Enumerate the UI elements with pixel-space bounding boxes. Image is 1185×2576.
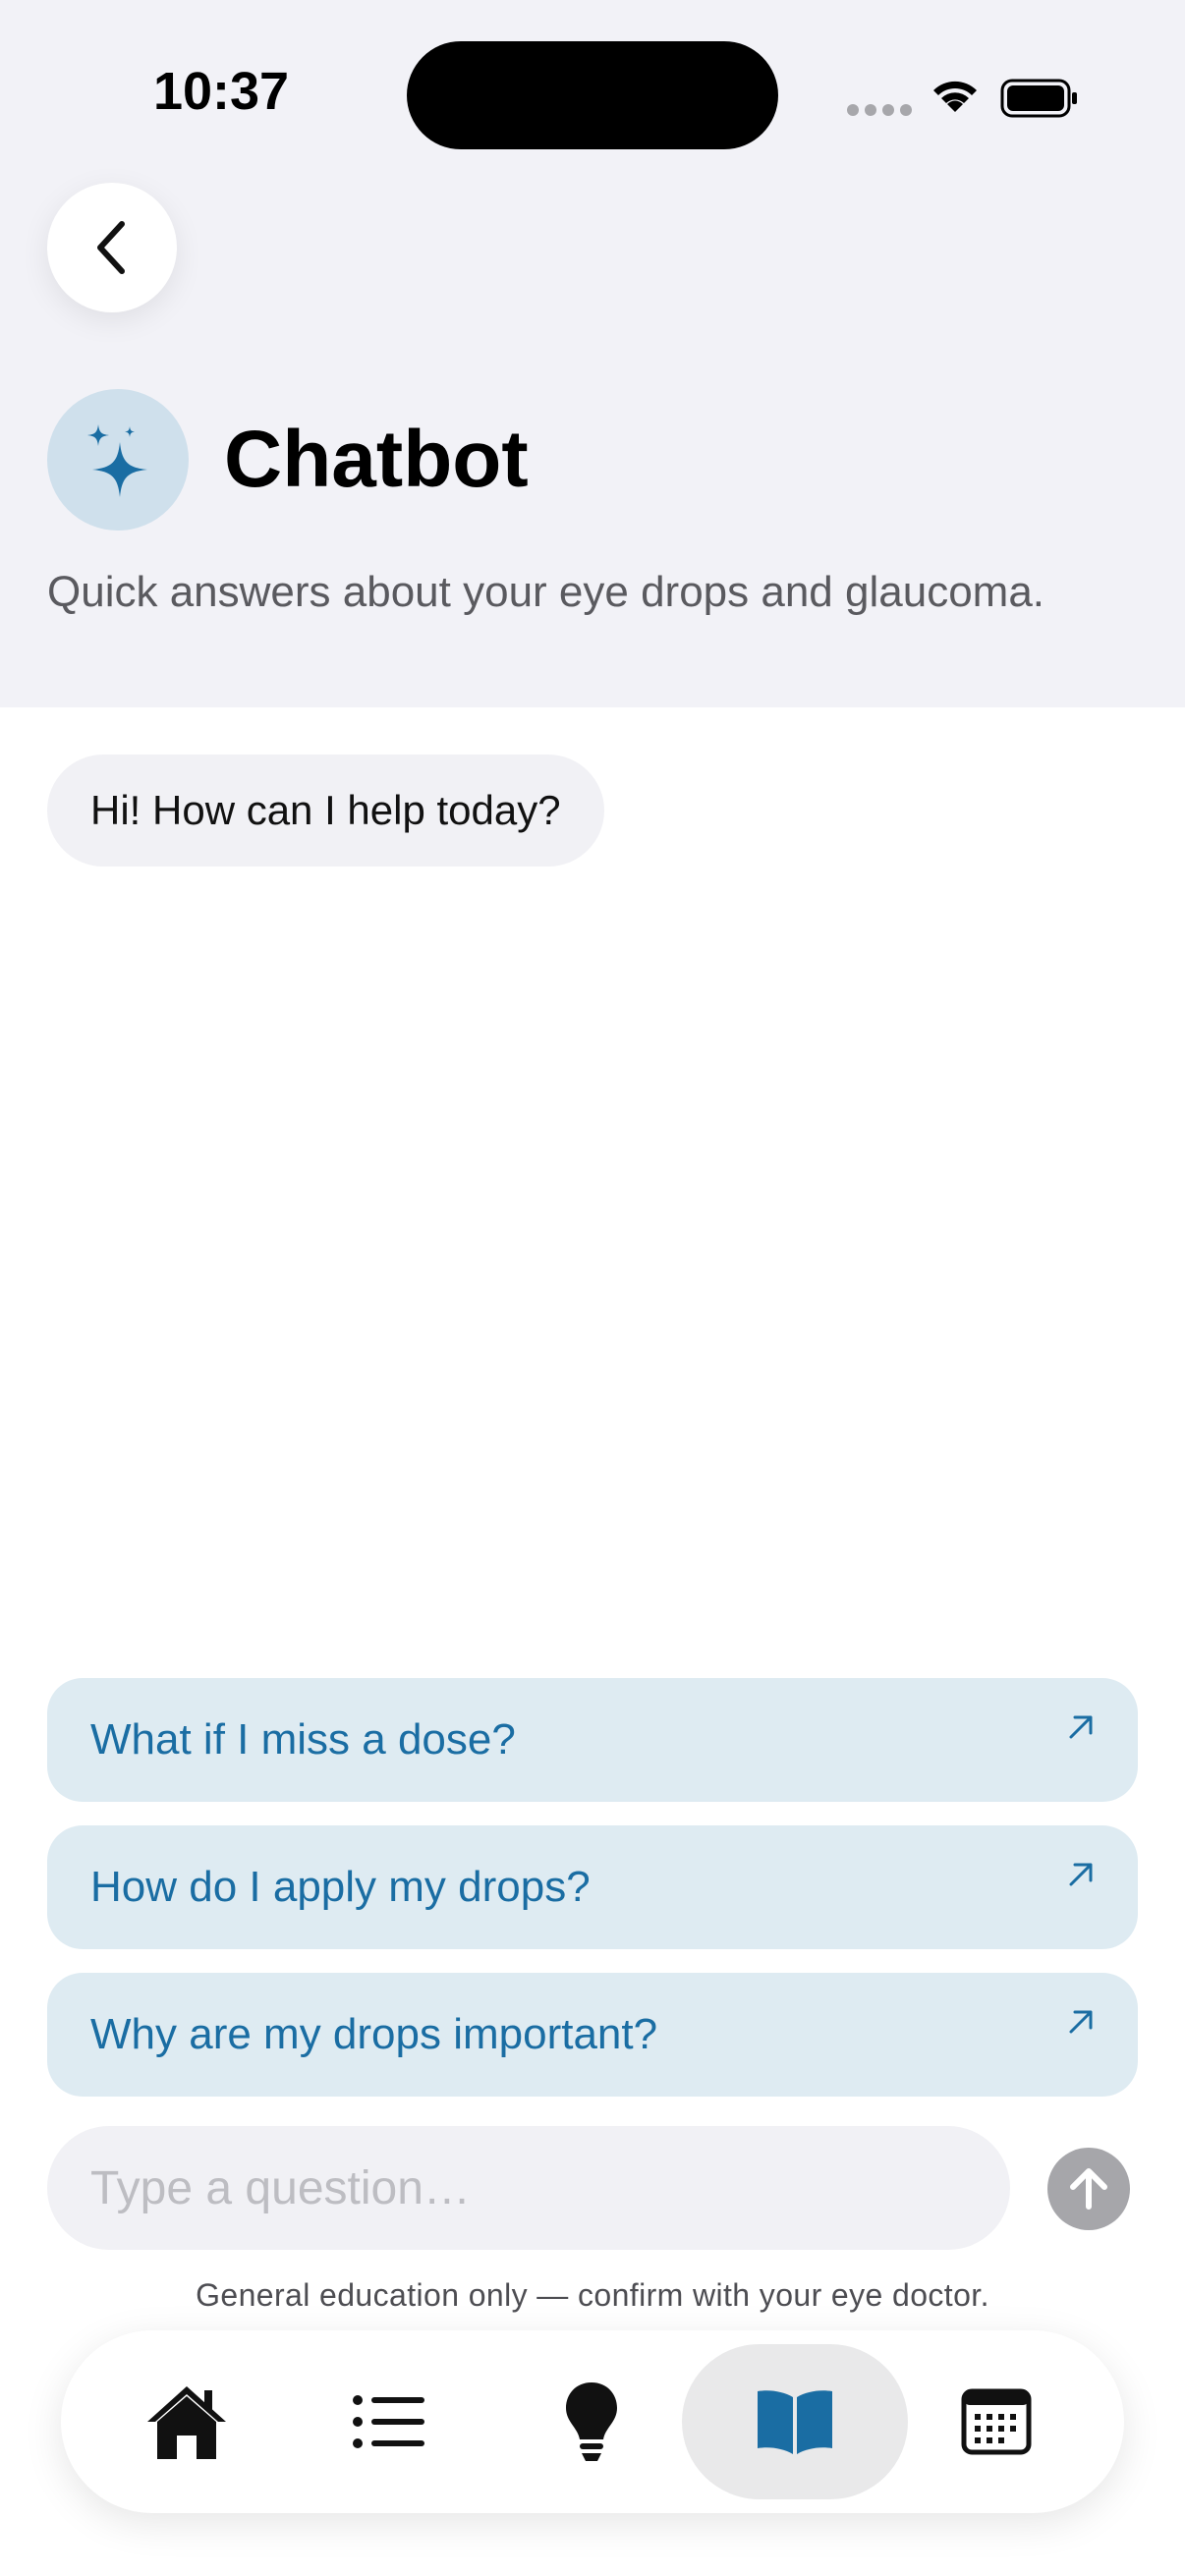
- suggestion-label: What if I miss a dose?: [90, 1715, 516, 1764]
- arrow-up-icon: [1070, 2168, 1107, 2210]
- question-input[interactable]: [47, 2126, 1010, 2250]
- cellular-signal-icon: [847, 104, 912, 116]
- page-title: Chatbot: [224, 415, 529, 504]
- arrow-up-right-icon: [1069, 1863, 1093, 1886]
- tab-calendar[interactable]: [898, 2344, 1095, 2499]
- chevron-left-icon: [97, 221, 125, 274]
- lightbulb-icon: [566, 2382, 617, 2461]
- status-time: 10:37: [152, 62, 290, 121]
- page-subtitle: Quick answers about your eye drops and g…: [47, 568, 1045, 616]
- wifi-icon: [933, 81, 977, 112]
- arrow-up-right-icon: [1069, 1715, 1093, 1739]
- tab-bar: [61, 2330, 1124, 2513]
- bot-message-bubble: Hi! How can I help today?: [47, 755, 604, 867]
- battery-icon: [1000, 79, 1077, 118]
- calendar-icon: [961, 2388, 1032, 2455]
- send-button[interactable]: [1047, 2148, 1130, 2230]
- tab-tips[interactable]: [493, 2344, 690, 2499]
- suggestion-label: Why are my drops important?: [90, 2010, 658, 2058]
- sparkles-icon: [87, 424, 147, 497]
- suggestion-drops-important[interactable]: Why are my drops important?: [47, 1973, 1138, 2097]
- chatbot-screen: 10:37 Chatbot Quick answers about your e…: [0, 0, 1185, 2576]
- back-button[interactable]: [47, 183, 177, 312]
- suggestion-missed-dose[interactable]: What if I miss a dose?: [47, 1678, 1138, 1802]
- suggestion-label: How do I apply my drops?: [90, 1863, 591, 1911]
- book-icon: [758, 2390, 832, 2454]
- header-area: 10:37 Chatbot Quick answers about your e…: [0, 0, 1185, 707]
- arrow-up-right-icon: [1069, 2010, 1093, 2034]
- suggestion-apply-drops[interactable]: How do I apply my drops?: [47, 1825, 1138, 1949]
- list-icon: [353, 2395, 424, 2448]
- tab-home[interactable]: [88, 2344, 285, 2499]
- house-icon: [147, 2386, 226, 2459]
- status-icons: [847, 69, 1083, 124]
- tab-learn[interactable]: [682, 2344, 908, 2499]
- dynamic-island: [407, 41, 778, 149]
- tab-list[interactable]: [291, 2344, 487, 2499]
- disclaimer-text: General education only — confirm with yo…: [196, 2277, 989, 2313]
- chatbot-badge: [47, 389, 189, 531]
